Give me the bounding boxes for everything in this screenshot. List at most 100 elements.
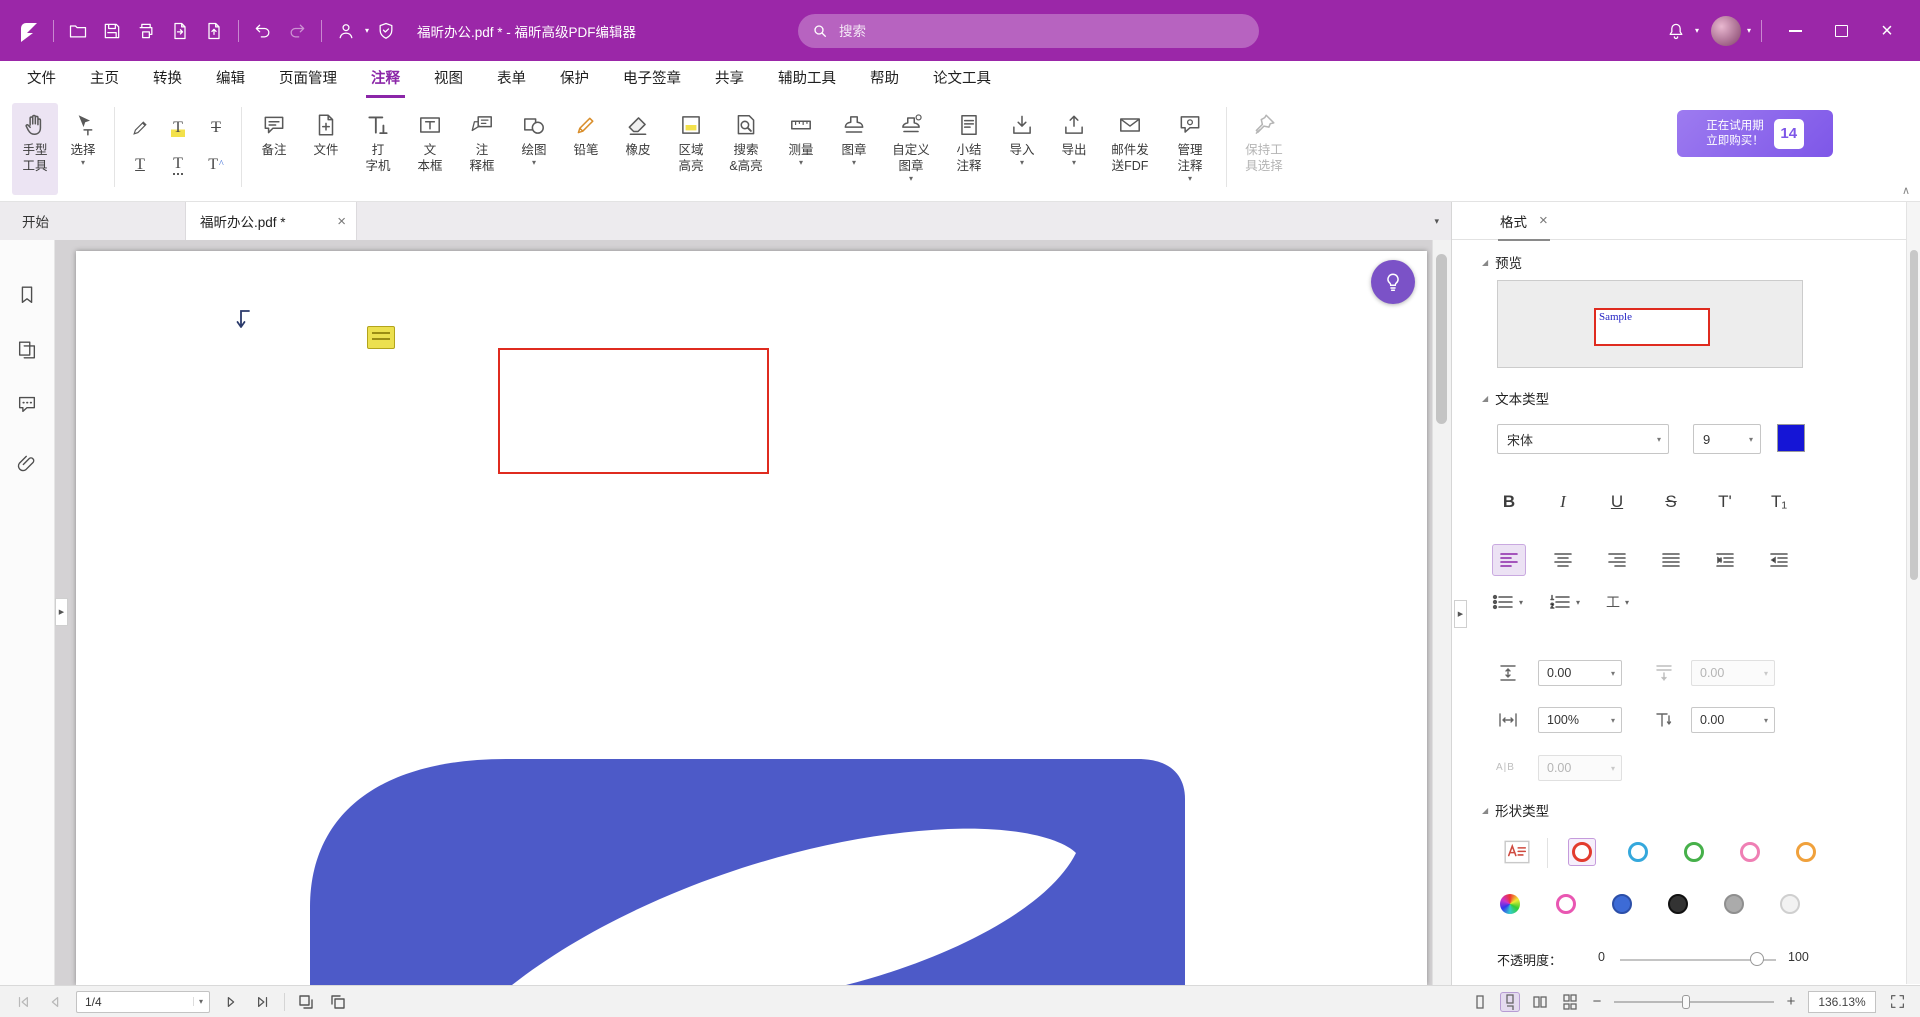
font-family-select[interactable]: 宋体 ▾ xyxy=(1497,424,1669,454)
strikethrough-button[interactable]: S xyxy=(1654,486,1688,518)
zoom-out-button[interactable]: − xyxy=(1590,993,1604,1010)
replace-text-button[interactable]: T^ xyxy=(197,146,235,183)
first-page-button[interactable] xyxy=(12,991,34,1013)
shape-black-filled[interactable] xyxy=(1664,890,1692,918)
text-direction-button[interactable]: 工 ▾ xyxy=(1606,592,1629,612)
buy-now-trial-button[interactable]: 正在试用期 立即购买！ 14 xyxy=(1677,110,1833,157)
horizontal-scale-select[interactable]: 100% ▾ xyxy=(1538,707,1622,733)
menu-item-edit[interactable]: 编辑 xyxy=(199,61,262,98)
tab-document-active[interactable]: 福昕办公.pdf * × xyxy=(185,202,357,240)
color-wheel-button[interactable] xyxy=(1496,890,1524,918)
close-button[interactable]: × xyxy=(1864,0,1910,61)
menu-item-share[interactable]: 共享 xyxy=(698,61,761,98)
print-button[interactable] xyxy=(129,14,163,48)
eraser-button[interactable]: 橡皮 xyxy=(612,103,664,195)
strikeout-text-button[interactable]: T xyxy=(197,109,235,146)
typewriter-button[interactable]: 打 字机 xyxy=(352,103,404,195)
fullscreen-button[interactable] xyxy=(1886,991,1908,1013)
pencil-annotate-button[interactable] xyxy=(121,109,159,146)
single-page-view-button[interactable] xyxy=(1470,992,1490,1012)
shape-white-filled[interactable] xyxy=(1776,890,1804,918)
shape-orange-outline[interactable] xyxy=(1792,838,1820,866)
bookmarks-icon[interactable] xyxy=(16,284,40,308)
attachments-panel-icon[interactable] xyxy=(16,453,40,477)
line-spacing-select[interactable]: 0.00 ▾ xyxy=(1538,660,1622,686)
shape-type-section-header[interactable]: ◢ 形状类型 xyxy=(1482,800,1549,820)
file-attachment-button[interactable]: 文件 xyxy=(300,103,352,195)
numbered-list-button[interactable]: ▾ xyxy=(1549,594,1580,610)
notifications-bell-button[interactable] xyxy=(1659,14,1693,48)
panel-scrollbar[interactable] xyxy=(1906,202,1920,984)
undo-button[interactable] xyxy=(246,14,280,48)
align-right-button[interactable] xyxy=(1600,544,1634,576)
shape-red-outline[interactable] xyxy=(1568,838,1596,866)
format-panel-close-icon[interactable]: × xyxy=(1539,213,1548,228)
drawing-tools-button[interactable]: 绘图 ▾ xyxy=(508,103,560,195)
pencil-tool-button[interactable]: 铅笔 xyxy=(560,103,612,195)
align-center-button[interactable] xyxy=(1546,544,1580,576)
last-page-button[interactable] xyxy=(252,991,274,1013)
manage-caret-icon[interactable]: ▾ xyxy=(1188,175,1192,183)
menu-item-protect[interactable]: 保护 xyxy=(543,61,606,98)
menu-item-file[interactable]: 文件 xyxy=(10,61,73,98)
zoom-slider[interactable] xyxy=(1614,994,1774,1010)
select-caret-icon[interactable]: ▾ xyxy=(81,159,85,167)
panel-scrollbar-thumb[interactable] xyxy=(1910,250,1918,580)
format-panel-tab[interactable]: 格式 × xyxy=(1498,202,1550,241)
measure-caret-icon[interactable]: ▾ xyxy=(799,159,803,167)
custom-stamp-button[interactable]: 自定义 图章 ▾ xyxy=(880,103,942,195)
open-file-button[interactable] xyxy=(61,14,95,48)
document-canvas[interactable]: ▶ xyxy=(55,240,1432,985)
menu-item-form[interactable]: 表单 xyxy=(480,61,543,98)
underline-button[interactable]: U xyxy=(1600,486,1634,518)
justify-button[interactable] xyxy=(1654,544,1688,576)
left-panel-expand-handle[interactable]: ▶ xyxy=(55,598,68,626)
subscript-button[interactable]: T₁ xyxy=(1762,486,1796,518)
callout-button[interactable]: 注 释框 xyxy=(456,103,508,195)
search-bar[interactable] xyxy=(798,14,1259,48)
email-fdf-button[interactable]: 邮件发 送FDF xyxy=(1100,103,1160,195)
shape-green-outline[interactable] xyxy=(1680,838,1708,866)
assistant-lightbulb-button[interactable] xyxy=(1371,260,1415,304)
menu-item-home[interactable]: 主页 xyxy=(73,61,136,98)
custom-stamp-caret-icon[interactable]: ▾ xyxy=(909,175,913,183)
text-style-shape-button[interactable] xyxy=(1504,840,1530,864)
align-left-button[interactable] xyxy=(1492,544,1526,576)
import-caret-icon[interactable]: ▾ xyxy=(1020,159,1024,167)
shape-blue-filled[interactable] xyxy=(1608,890,1636,918)
share-document-button[interactable] xyxy=(197,14,231,48)
sticky-note-annotation[interactable] xyxy=(367,326,395,349)
zoom-slider-track[interactable] xyxy=(1614,1001,1774,1003)
tab-start[interactable]: 开始 xyxy=(0,202,185,240)
import-comments-button[interactable]: 导入 ▾ xyxy=(996,103,1048,195)
next-view-button[interactable] xyxy=(327,991,349,1013)
bullet-list-button[interactable]: ▾ xyxy=(1492,594,1523,610)
font-size-select[interactable]: 9 ▾ xyxy=(1693,424,1761,454)
pdf-page[interactable] xyxy=(76,251,1427,985)
menu-item-paper-tools[interactable]: 论文工具 xyxy=(916,61,1008,98)
shape-cyan-outline[interactable] xyxy=(1624,838,1652,866)
account-button[interactable] xyxy=(329,14,363,48)
zoom-level-display[interactable]: 136.13% xyxy=(1808,991,1876,1013)
manage-comments-button[interactable]: 管理 注释 ▾ xyxy=(1160,103,1220,195)
shape-pink-outline[interactable] xyxy=(1736,838,1764,866)
drawing-caret-icon[interactable]: ▾ xyxy=(532,159,536,167)
ribbon-collapse-icon[interactable]: ∧ xyxy=(1902,184,1910,197)
zoom-in-button[interactable]: + xyxy=(1784,993,1798,1010)
next-page-button[interactable] xyxy=(220,991,242,1013)
opacity-slider-handle[interactable] xyxy=(1750,952,1764,966)
tab-list-caret-icon[interactable]: ▾ xyxy=(1434,216,1439,227)
previous-view-button[interactable] xyxy=(295,991,317,1013)
page-number-combo[interactable]: 1/4 ▾ xyxy=(76,991,210,1013)
scrollbar-thumb[interactable] xyxy=(1436,254,1447,424)
measure-button[interactable]: 测量 ▾ xyxy=(774,103,828,195)
shape-magenta-outline[interactable] xyxy=(1552,890,1580,918)
tab-close-icon[interactable]: × xyxy=(337,214,346,229)
menu-item-comment[interactable]: 注释 xyxy=(354,61,417,98)
protect-shield-button[interactable] xyxy=(369,14,403,48)
comments-panel-icon[interactable] xyxy=(16,393,40,417)
text-type-section-header[interactable]: ◢ 文本类型 xyxy=(1482,388,1549,408)
previous-page-button[interactable] xyxy=(44,991,66,1013)
menu-item-convert[interactable]: 转换 xyxy=(136,61,199,98)
stamp-button[interactable]: 图章 ▾ xyxy=(828,103,880,195)
